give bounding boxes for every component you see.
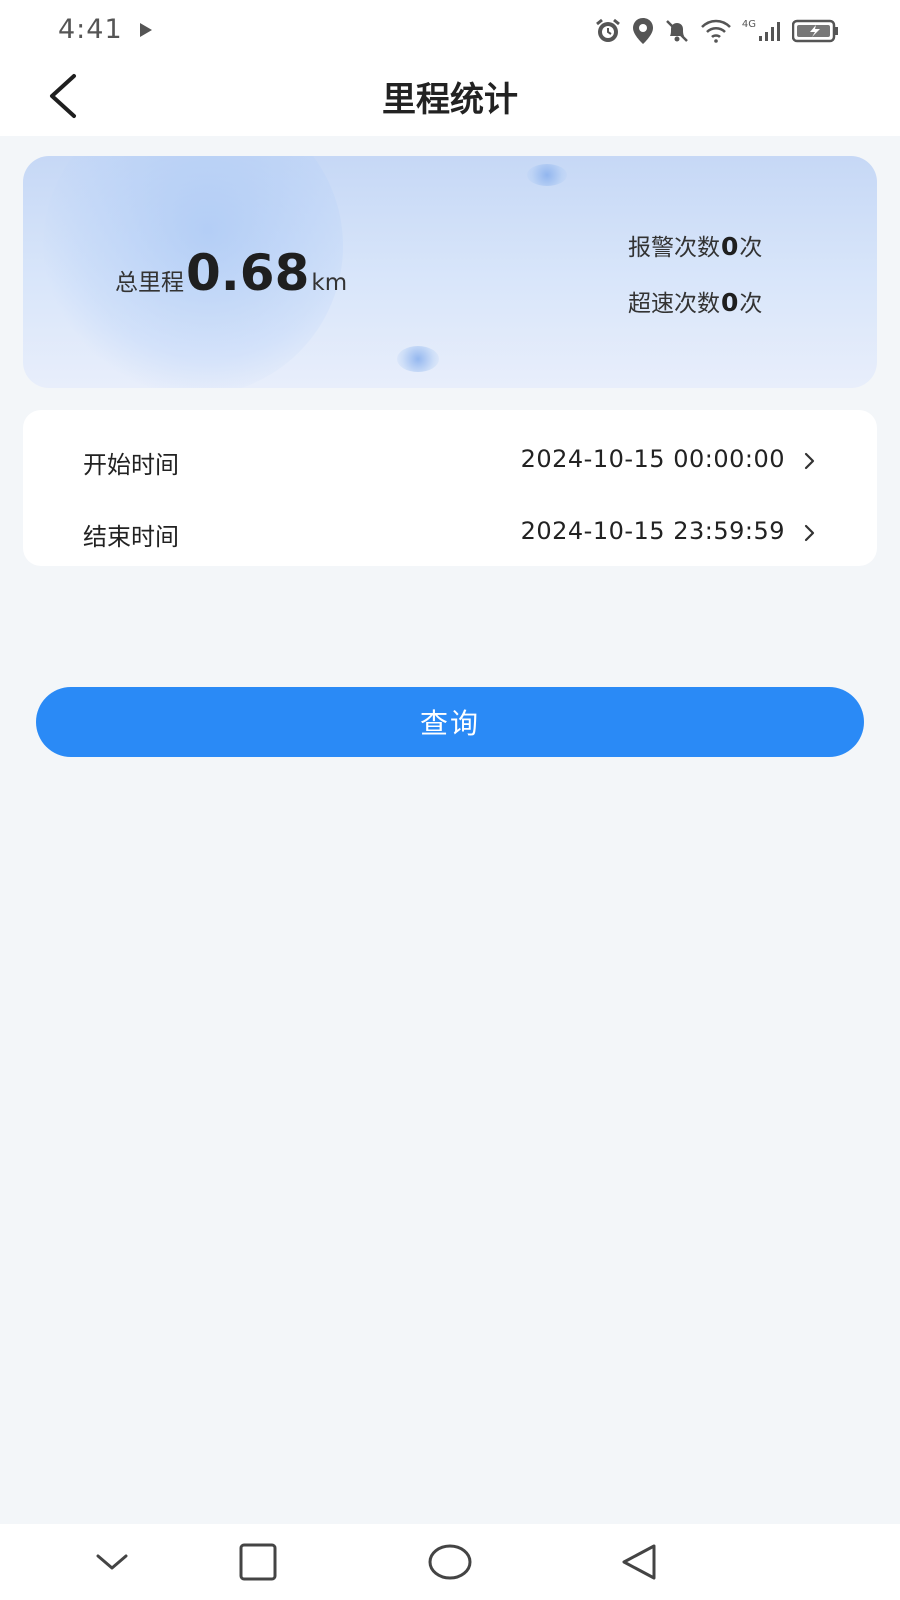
total-mileage-label: 总里程 [115,270,184,296]
end-time-label: 结束时间 [83,523,179,551]
end-time-row[interactable]: 结束时间 2024-10-15 23:59:59 [23,503,877,563]
alarm-count-unit: 次 [739,235,763,261]
total-mileage-value: 0.68 [186,244,310,302]
overspeed-count-unit: 次 [739,291,763,317]
chevron-right-icon [804,452,815,470]
back-triangle-icon[interactable] [618,1542,662,1582]
time-range-card: 开始时间 2024-10-15 00:00:00 结束时间 2024-10-15… [23,410,877,566]
overspeed-count-label: 超速次数 [628,291,720,317]
signal-icon [759,22,780,41]
chevron-right-icon [804,524,815,542]
status-time: 4:41 [58,14,123,45]
alarm-count-label: 报警次数 [628,235,720,261]
overspeed-count-stat: 超速次数 0 次 [628,284,762,318]
decorative-bubble [397,346,439,372]
total-mileage-unit: km [311,270,348,296]
end-time-value: 2024-10-15 23:59:59 [520,517,785,545]
media-playing-icon [140,23,152,37]
decorative-bubble [527,164,567,186]
start-time-value: 2024-10-15 00:00:00 [520,445,785,473]
mileage-summary-card: 总里程 0.68 km 报警次数 0 次 超速次数 0 次 [23,156,877,388]
overspeed-count-value: 0 [721,288,739,317]
wifi-icon [700,19,731,43]
status-bar: 4:41 4G [0,0,900,60]
battery-charging-icon [792,19,838,43]
network-type: 4G [741,18,756,30]
alarm-count-stat: 报警次数 0 次 [628,228,762,262]
alarm-count-value: 0 [721,232,739,261]
page-title: 里程统计 [382,80,518,120]
total-mileage: 总里程 0.68 km [115,244,347,302]
header: 里程统计 [0,60,900,136]
system-nav-bar [0,1524,900,1600]
bell-off-icon [665,20,688,42]
alarm-icon [595,18,620,42]
start-time-label: 开始时间 [83,451,179,479]
status-icons: 4G [594,16,840,46]
query-button[interactable]: 查询 [36,687,864,757]
start-time-row[interactable]: 开始时间 2024-10-15 00:00:00 [23,431,877,491]
recent-apps-square-icon[interactable] [236,1542,280,1582]
chevron-down-icon[interactable] [90,1542,134,1582]
home-circle-icon[interactable] [426,1542,474,1582]
location-icon [632,18,653,44]
